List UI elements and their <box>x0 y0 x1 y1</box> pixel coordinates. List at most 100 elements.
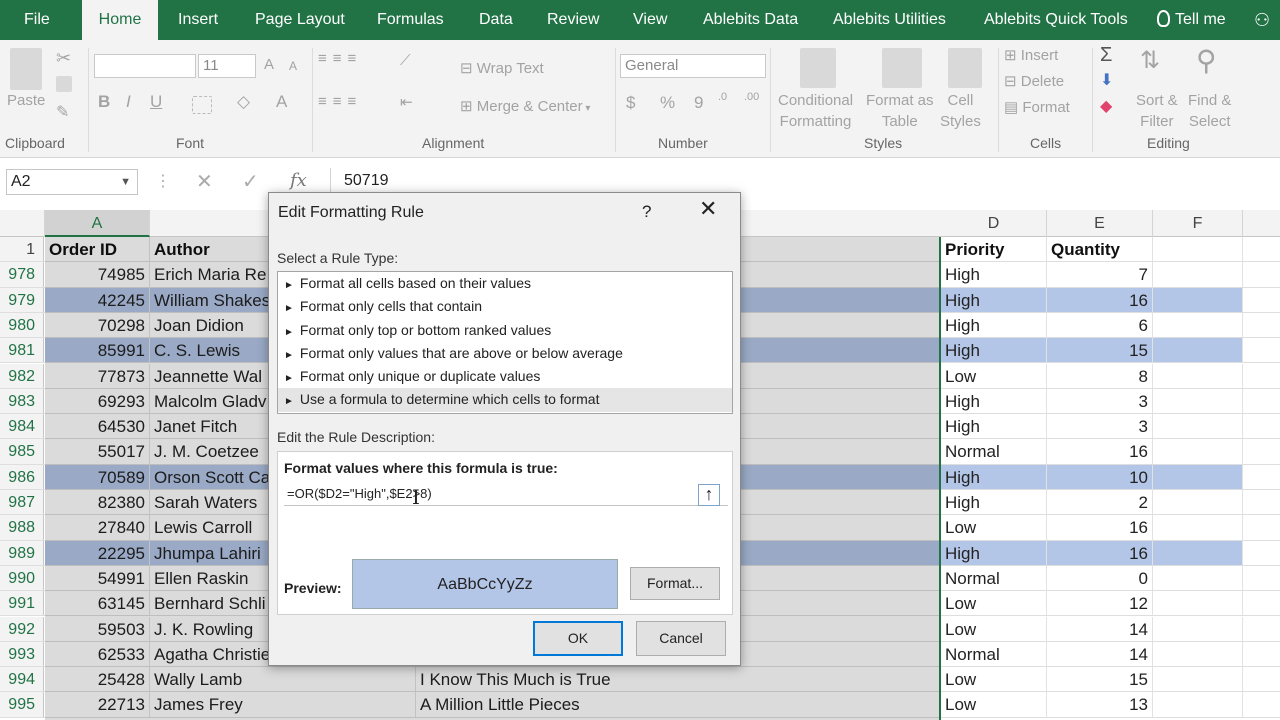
paste-button[interactable]: Paste <box>7 92 45 109</box>
cell-quantity[interactable]: 16 <box>1047 439 1153 464</box>
row-header[interactable]: 987 <box>0 490 44 515</box>
cell-quantity[interactable]: 16 <box>1047 540 1153 565</box>
tab-data[interactable]: Data <box>479 0 513 40</box>
tab-view[interactable]: View <box>633 0 667 40</box>
cell-quantity[interactable]: 14 <box>1047 616 1153 641</box>
cell[interactable] <box>1153 616 1243 641</box>
rule-type-item[interactable]: ► Format only top or bottom ranked values <box>278 319 732 342</box>
row-header[interactable]: 1 <box>0 237 44 262</box>
tab-ablebits-quick-tools[interactable]: Ablebits Quick Tools <box>984 0 1128 40</box>
cell[interactable] <box>1153 667 1243 692</box>
cancel-button[interactable]: Cancel <box>636 621 726 656</box>
rule-type-item[interactable]: ► Format only unique or duplicate values <box>278 365 732 388</box>
confirm-entry-icon[interactable]: ✓ <box>242 169 259 194</box>
conditional-formatting-button[interactable]: Conditional Formatting <box>778 90 853 132</box>
currency-button[interactable]: $ <box>626 93 635 113</box>
insert-cells-button[interactable]: ⊞ Insert <box>1004 46 1058 64</box>
formula-input[interactable]: 50719 <box>344 172 389 190</box>
cell-priority[interactable]: High <box>941 338 1047 363</box>
tab-formulas[interactable]: Formulas <box>377 0 444 40</box>
rule-type-list[interactable]: ► Format all cells based on their values ►… <box>277 271 733 414</box>
tell-me[interactable]: Tell me <box>1157 0 1226 40</box>
column-header-a[interactable]: A <box>45 210 150 237</box>
share-icon[interactable]: ⚇ <box>1254 0 1270 40</box>
cell-quantity[interactable]: 2 <box>1047 490 1153 515</box>
cell-quantity[interactable]: 3 <box>1047 388 1153 414</box>
cell-quantity[interactable]: 12 <box>1047 591 1153 616</box>
cell-priority[interactable]: Normal <box>941 565 1047 591</box>
cell[interactable] <box>1153 565 1243 591</box>
increase-decimal-icon[interactable]: .0 <box>718 91 727 103</box>
decrease-decimal-icon[interactable]: .00 <box>744 91 759 103</box>
cell-quantity[interactable]: 8 <box>1047 363 1153 388</box>
cell-styles-button[interactable]: Cell Styles <box>940 90 981 132</box>
cell-quantity[interactable]: 13 <box>1047 692 1153 717</box>
cell[interactable] <box>1153 414 1243 439</box>
cell-quantity[interactable]: 16 <box>1047 515 1153 540</box>
cell[interactable] <box>1153 312 1243 338</box>
tab-file[interactable]: File <box>24 0 50 40</box>
cell[interactable] <box>1153 515 1243 540</box>
cut-icon[interactable]: ✂ <box>56 48 71 69</box>
cell[interactable] <box>1153 464 1243 489</box>
cell-priority[interactable]: Low <box>941 363 1047 388</box>
cell-priority[interactable]: Low <box>941 667 1047 692</box>
column-header-d[interactable]: D <box>941 210 1047 237</box>
collapse-dialog-icon[interactable]: ↑ <box>698 484 720 506</box>
fill-icon[interactable]: ⬇ <box>1100 70 1113 90</box>
formula-field[interactable]: =OR($D2="High",$E2>8) <box>284 482 728 506</box>
number-format-dropdown[interactable]: General <box>620 54 766 78</box>
column-header-e[interactable]: E <box>1047 210 1153 237</box>
find-select-button[interactable]: Find & Select <box>1188 90 1231 132</box>
delete-cells-button[interactable]: ⊟ Delete <box>1004 72 1064 90</box>
cell-priority[interactable]: High <box>941 464 1047 489</box>
cell[interactable] <box>1153 287 1243 312</box>
tab-insert[interactable]: Insert <box>178 0 218 40</box>
horizontal-align-icons[interactable]: ≡≡≡ <box>318 93 362 110</box>
row-header[interactable]: 990 <box>0 565 44 591</box>
fill-color-icon[interactable]: ◇ <box>237 92 250 112</box>
wrap-text-button[interactable]: ⊟ Wrap Text <box>460 59 544 77</box>
row-header[interactable]: 994 <box>0 667 44 692</box>
row-header[interactable]: 988 <box>0 515 44 540</box>
underline-button[interactable]: U <box>150 92 162 112</box>
tab-home[interactable]: Home <box>82 0 158 40</box>
name-box[interactable]: A2 ▼ <box>6 169 138 195</box>
row-header[interactable]: 995 <box>0 692 44 717</box>
rule-type-item[interactable]: ► Format only cells that contain <box>278 295 732 318</box>
row-header[interactable]: 983 <box>0 388 44 414</box>
row-header[interactable]: 979 <box>0 287 44 312</box>
insert-function-icon[interactable]: fx <box>290 170 307 191</box>
italic-button[interactable]: I <box>126 92 131 112</box>
row-header[interactable]: 993 <box>0 641 44 667</box>
cell-priority[interactable]: Low <box>941 616 1047 641</box>
cell-priority[interactable]: Normal <box>941 439 1047 464</box>
orientation-icon[interactable]: ⟋ <box>400 52 411 69</box>
rule-type-item[interactable]: ► Use a formula to determine which cells … <box>278 388 732 412</box>
cell-quantity[interactable]: 14 <box>1047 641 1153 667</box>
tab-review[interactable]: Review <box>547 0 599 40</box>
shrink-font-icon[interactable]: A <box>289 59 297 73</box>
bold-button[interactable]: B <box>98 92 110 112</box>
vertical-align-icons[interactable]: ≡≡≡ <box>318 50 362 67</box>
cell-priority[interactable]: Low <box>941 515 1047 540</box>
grow-font-icon[interactable]: A <box>264 56 274 73</box>
indent-icon[interactable]: ⇤ <box>400 93 413 111</box>
comma-button[interactable]: 9 <box>694 93 703 113</box>
rule-type-item[interactable]: ► Format only values that are above or be… <box>278 342 732 365</box>
cell-priority[interactable]: High <box>941 287 1047 312</box>
cell[interactable] <box>1153 591 1243 616</box>
cell-quantity[interactable]: 16 <box>1047 287 1153 312</box>
cell[interactable] <box>1153 439 1243 464</box>
font-color-icon[interactable]: A <box>276 92 287 112</box>
column-header-f[interactable]: F <box>1153 210 1243 237</box>
close-icon[interactable]: ✕ <box>699 198 717 220</box>
cell[interactable] <box>1153 641 1243 667</box>
rule-type-item[interactable]: ► Format all cells based on their values <box>278 272 732 295</box>
merge-center-button[interactable]: ⊞ Merge & Center ▾ <box>460 97 590 115</box>
cell-quantity[interactable]: 0 <box>1047 565 1153 591</box>
row-header[interactable]: 982 <box>0 363 44 388</box>
header-cell-quantity[interactable]: Quantity <box>1047 237 1153 262</box>
cell-quantity[interactable]: 6 <box>1047 312 1153 338</box>
cell-priority[interactable]: Normal <box>941 641 1047 667</box>
